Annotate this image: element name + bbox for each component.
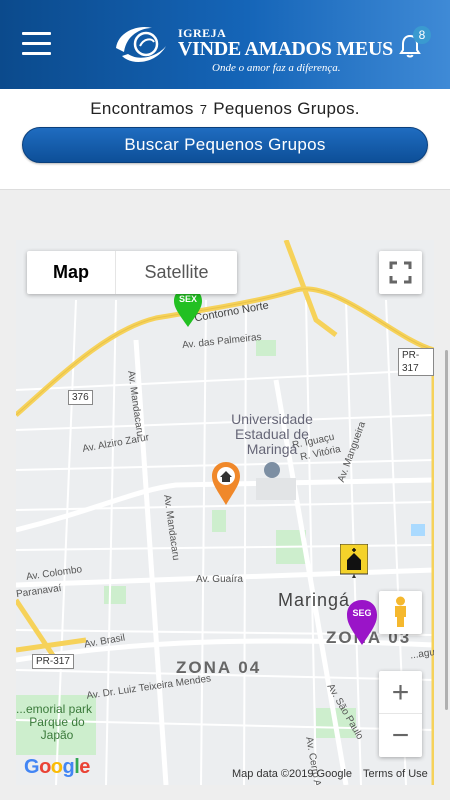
highway-shield: 376 xyxy=(68,390,93,405)
pegman-icon xyxy=(395,596,406,627)
search-groups-button[interactable]: Buscar Pequenos Grupos xyxy=(22,127,428,163)
street-label: Av. Guaíra xyxy=(196,574,243,585)
logo-emblem-icon xyxy=(116,26,166,62)
highway-shield: PR-317 xyxy=(398,348,434,376)
google-letter: o xyxy=(39,756,51,778)
logo-title: VINDE AMADOS MEUS xyxy=(178,38,393,60)
summary-prefix: Encontramos xyxy=(90,99,194,118)
group-marker-sex[interactable]: SEX xyxy=(173,288,203,328)
marker-label: SEX xyxy=(178,294,197,304)
map-attribution: Map data ©2019 Google xyxy=(232,768,353,780)
result-count: 7 xyxy=(199,102,208,117)
zoom-control: + − xyxy=(379,671,422,757)
fullscreen-button[interactable] xyxy=(379,251,422,294)
zone-label: ZONA 04 xyxy=(176,658,262,677)
park-label: ...emorial park xyxy=(16,702,93,716)
logo-tagline: Onde o amor faz a diferença. xyxy=(212,62,341,74)
church-marker[interactable] xyxy=(339,543,369,578)
google-letter: e xyxy=(79,756,90,778)
park-label: Parque do Japão xyxy=(29,715,85,742)
google-letter: o xyxy=(50,756,63,778)
menu-icon[interactable] xyxy=(22,32,52,56)
zoom-out-button[interactable]: − xyxy=(379,714,422,757)
church-logo: IGREJA VINDE AMADOS MEUS Onde o amor faz… xyxy=(112,22,393,78)
google-letter: G xyxy=(24,756,40,778)
map-pin-icon xyxy=(347,600,377,645)
map-type-control: Map Satellite xyxy=(27,251,237,294)
results-summary: Encontramos 7 Pequenos Grupos. xyxy=(0,99,450,119)
google-letter: g xyxy=(62,756,75,778)
church-icon xyxy=(339,543,369,578)
google-logo: Google xyxy=(24,756,90,779)
zoom-in-button[interactable]: + xyxy=(379,671,422,714)
terms-link[interactable]: Terms of Use xyxy=(363,768,428,780)
scrollbar[interactable] xyxy=(445,350,448,710)
home-pin-icon xyxy=(212,462,240,505)
street-view-button[interactable] xyxy=(379,591,422,634)
map-view[interactable]: Contorno Norte Av. das Palmeiras Av. Man… xyxy=(16,240,434,785)
summary-suffix: Pequenos Grupos. xyxy=(213,99,360,118)
home-marker[interactable] xyxy=(211,462,241,506)
results-panel: Encontramos 7 Pequenos Grupos. Buscar Pequ… xyxy=(0,89,450,190)
group-marker-seg[interactable]: SEG xyxy=(346,600,378,646)
map-type-satellite-button[interactable]: Satellite xyxy=(116,251,237,294)
city-label: Maringá xyxy=(278,590,351,610)
highway-shield: PR-317 xyxy=(32,654,74,669)
map-type-map-button[interactable]: Map xyxy=(27,251,116,294)
notification-badge: 8 xyxy=(413,26,431,44)
university-label: Universidade Estadual de Maringá xyxy=(231,411,313,457)
fullscreen-icon xyxy=(389,261,412,284)
marker-label: SEG xyxy=(352,608,372,618)
app-header: IGREJA VINDE AMADOS MEUS Onde o amor faz… xyxy=(0,0,450,89)
